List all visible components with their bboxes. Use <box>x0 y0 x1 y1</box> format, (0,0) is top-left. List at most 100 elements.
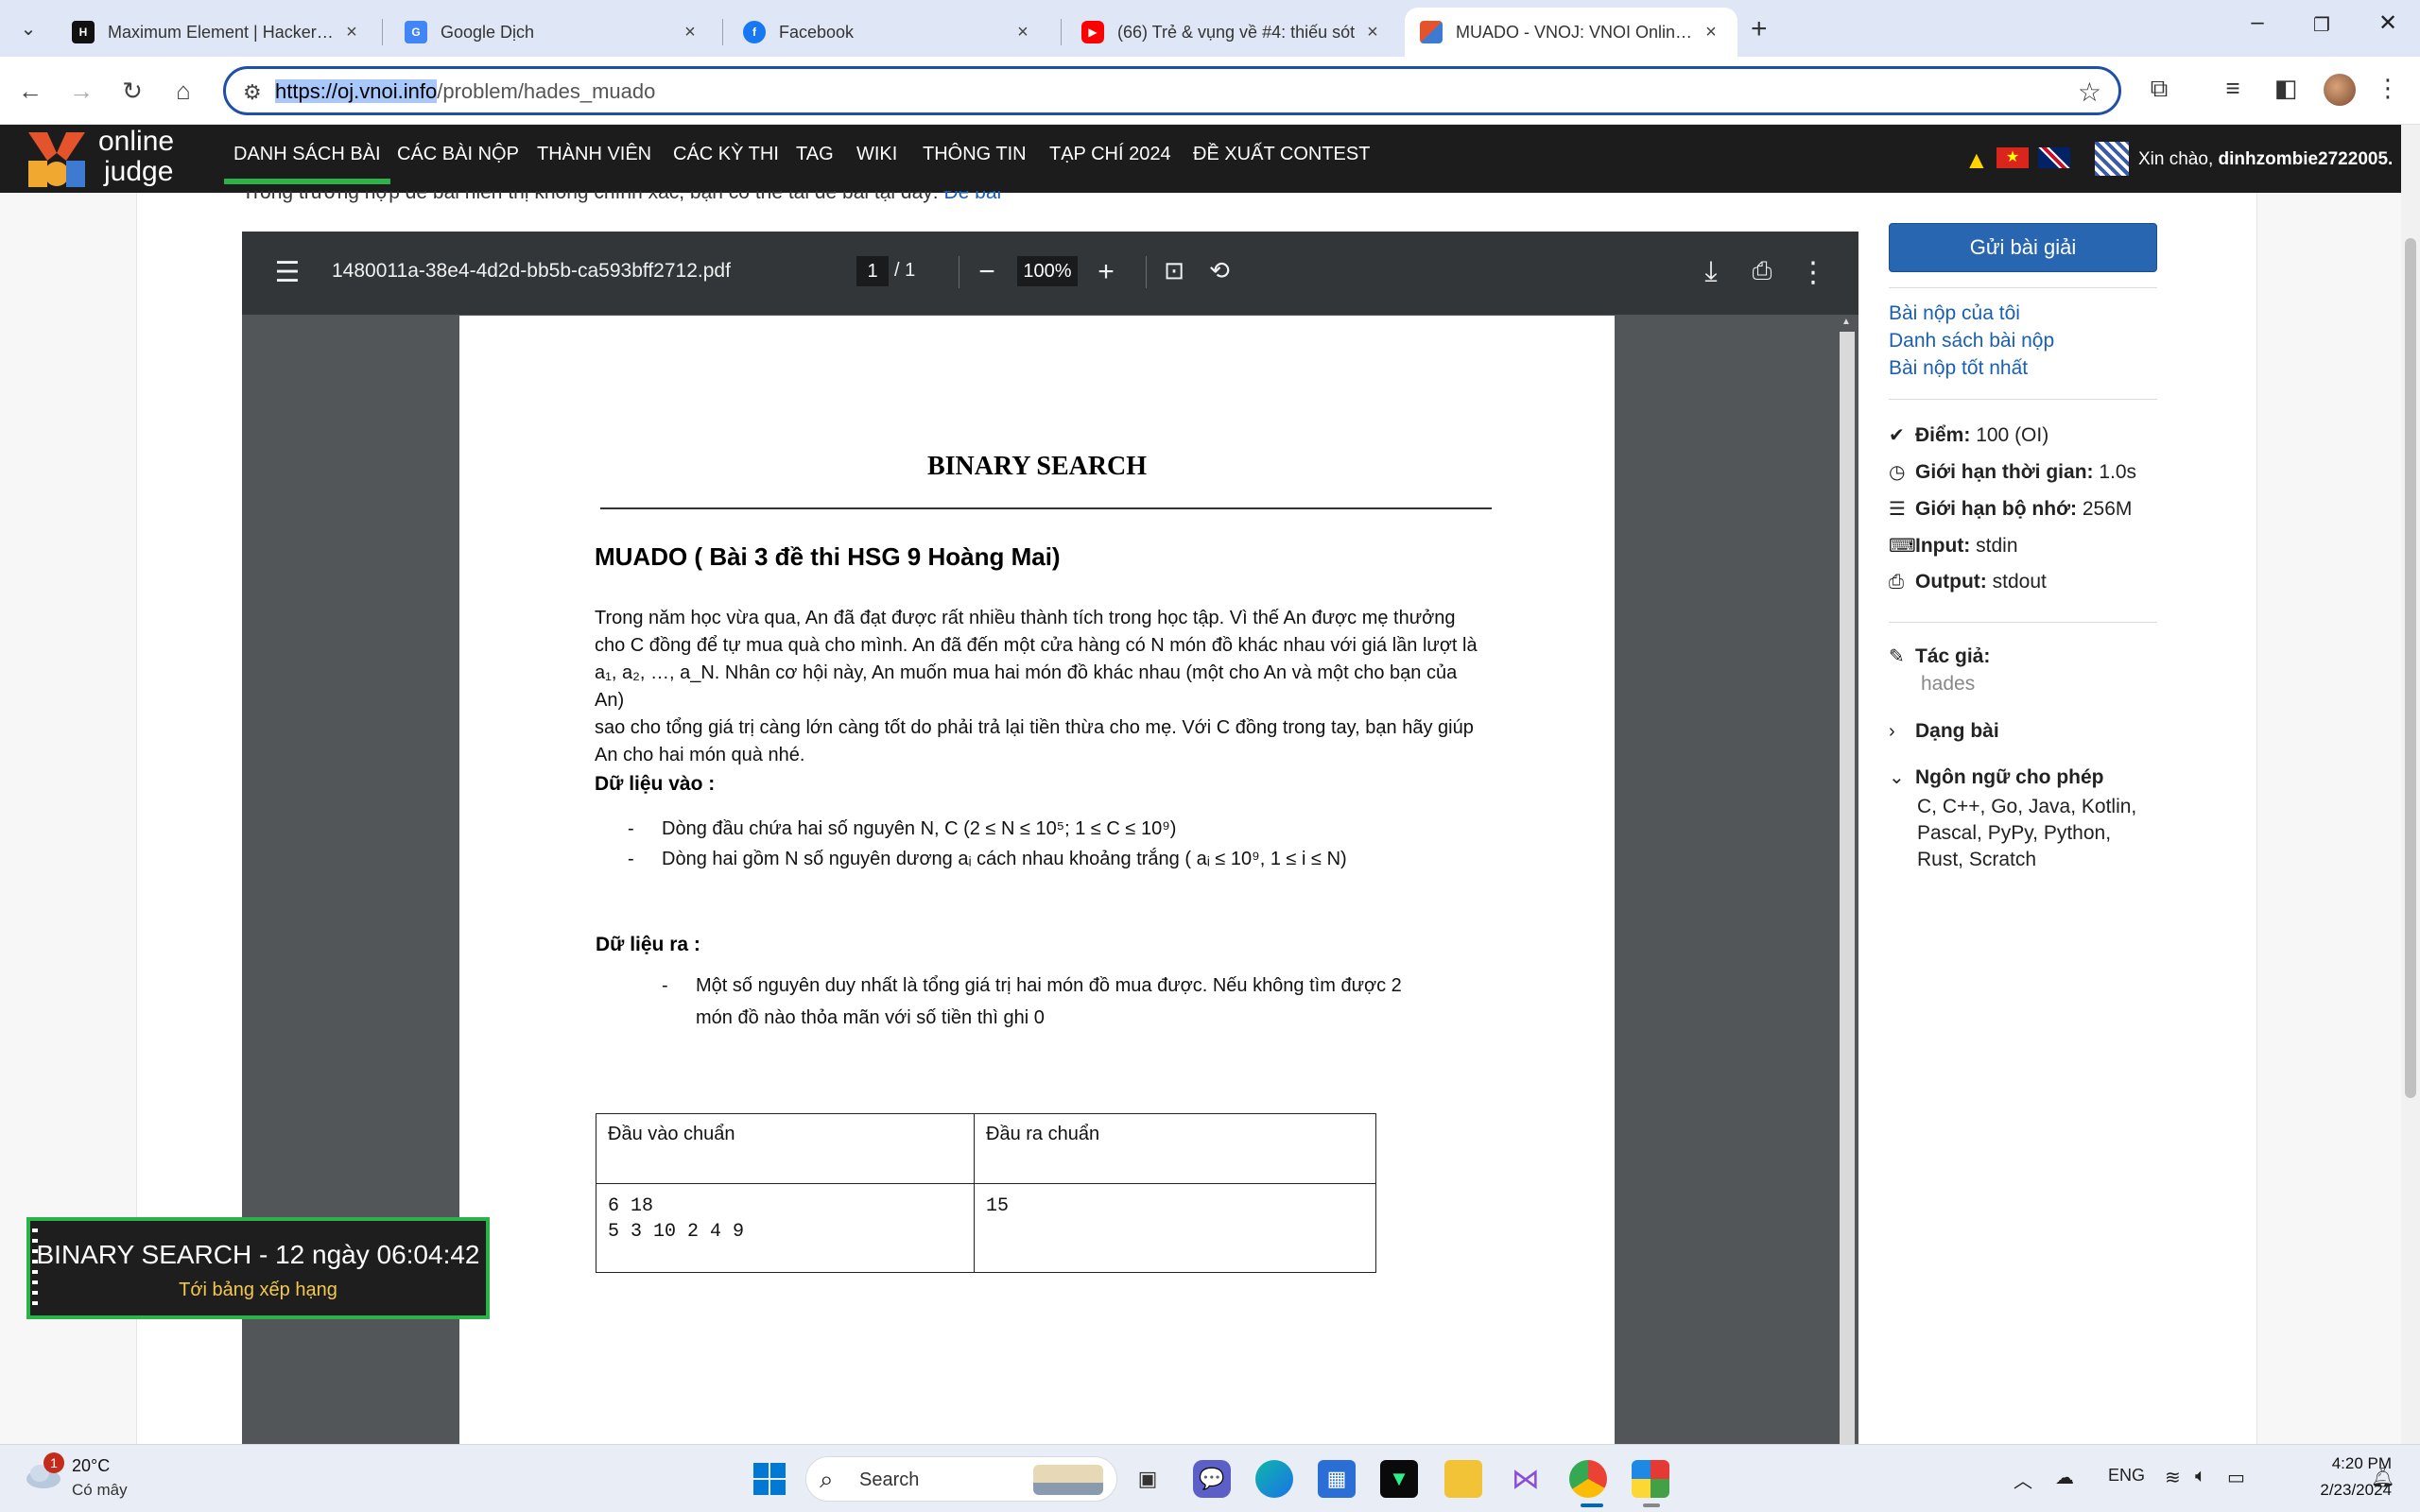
browser-tab[interactable]: f Facebook × <box>728 8 1049 57</box>
logo-text[interactable]: online judge <box>98 127 174 187</box>
page-scroll-thumb[interactable] <box>2405 238 2416 1098</box>
nav-problems[interactable]: DANH SÁCH BÀI <box>224 144 390 184</box>
best-submissions-link[interactable]: Bài nộp tốt nhất <box>1889 357 2028 380</box>
rotate-icon[interactable]: ⟲ <box>1201 256 1238 285</box>
close-tab-icon[interactable]: × <box>679 22 701 43</box>
profile-avatar[interactable] <box>2324 74 2356 106</box>
bookmark-star-icon[interactable]: ☆ <box>2078 77 2101 108</box>
print-icon[interactable]: ⎙ <box>1743 256 1781 286</box>
browser-tab[interactable]: H Maximum Element | HackerRank × <box>57 8 378 57</box>
weather-temperature[interactable]: 20°C <box>72 1456 110 1476</box>
tab-title: Maximum Element | HackerRank <box>108 22 340 42</box>
extensions-icon[interactable]: ⧉ <box>2142 74 2176 104</box>
nav-wiki[interactable]: WIKI <box>856 144 897 165</box>
memory-limit-info: ☰ Giới hạn bộ nhớ: 256M <box>1889 497 2132 521</box>
tab-search-button[interactable]: ⌄ <box>11 11 45 45</box>
input-language[interactable]: ENG <box>2108 1466 2145 1486</box>
teams-chat-icon[interactable]: 💬 <box>1193 1460 1231 1498</box>
statement-line: An cho hai món quà nhé. <box>595 745 805 765</box>
pdf-zoom-input[interactable]: 100% <box>1017 256 1078 286</box>
user-avatar[interactable] <box>2095 142 2129 176</box>
close-tab-icon[interactable]: × <box>1011 22 1034 43</box>
languages-toggle[interactable]: ⌄ Ngôn ngữ cho phép <box>1889 765 2104 789</box>
submit-solution-button[interactable]: Gửi bài giải <box>1889 223 2157 272</box>
tab-separator <box>382 19 383 45</box>
media-control-icon[interactable]: ≡ <box>2216 74 2250 103</box>
download-icon[interactable]: ⤓ <box>1692 256 1730 288</box>
chrome-icon[interactable] <box>1569 1460 1607 1498</box>
vnoj-logo-icon[interactable] <box>26 132 87 189</box>
browser-toolbar: ← → ↻ ⌂ ⚙ https://oj.vnoi.info/problem/h… <box>0 57 2420 125</box>
browser-tab-active[interactable]: MUADO - VNOJ: VNOI Online Judge × <box>1405 8 1737 57</box>
url-path: /problem/hades_muado <box>437 79 656 103</box>
close-tab-icon[interactable]: × <box>1700 22 1722 43</box>
new-tab-plus-icon[interactable]: + <box>1751 13 1768 45</box>
side-panel-icon[interactable]: ◧ <box>2269 74 2303 103</box>
all-submissions-link[interactable]: Danh sách bài nộp <box>1889 330 2054 352</box>
greeting-prefix: Xin chào, <box>2138 149 2219 169</box>
minimize-icon[interactable]: – <box>2238 9 2276 36</box>
title-rule <box>600 507 1492 509</box>
pdf-more-icon[interactable]: ⋮ <box>1794 256 1832 289</box>
zoom-in-icon[interactable]: + <box>1087 256 1125 288</box>
my-submissions-link[interactable]: Bài nộp của tôi <box>1889 302 2020 325</box>
scroll-up-icon[interactable]: ▲ <box>1841 317 1851 327</box>
server-icon: ☰ <box>1889 499 1906 520</box>
site-settings-icon[interactable]: ⚙ <box>243 80 262 105</box>
url-text[interactable]: https://oj.vnoi.info/problem/hades_muado <box>275 79 655 104</box>
browser-tab[interactable]: G Google Dịch × <box>389 8 717 57</box>
home-icon[interactable]: ⌂ <box>166 74 200 108</box>
wifi-icon[interactable]: ≋ <box>2165 1466 2181 1489</box>
pdf-scroll-thumb[interactable] <box>1840 332 1855 1444</box>
browser-tab[interactable]: ▶ (66) Trẻ & vụng về #4: thiếu sót × <box>1066 8 1399 57</box>
close-tab-icon[interactable]: × <box>1361 22 1384 43</box>
show-hidden-icons-chevron[interactable]: ︿ <box>2014 1466 2032 1493</box>
battery-icon[interactable]: ▭ <box>2227 1466 2245 1489</box>
browser-tab-strip: ⌄ H Maximum Element | HackerRank × G Goo… <box>0 0 2420 57</box>
fit-page-icon[interactable]: ⊡ <box>1155 256 1193 285</box>
file-explorer-icon[interactable] <box>1444 1460 1482 1498</box>
warning-icon[interactable]: ▲ <box>1964 146 1989 175</box>
address-bar[interactable]: ⚙ https://oj.vnoi.info/problem/hades_mua… <box>223 66 2121 115</box>
back-arrow-icon[interactable]: ← <box>13 74 47 108</box>
search-icon: ⌕ <box>820 1465 834 1493</box>
notification-bell-icon[interactable]: 🔔︎ <box>2371 1466 2394 1489</box>
game-app-icon[interactable] <box>1632 1460 1669 1498</box>
visual-studio-icon[interactable]: ⋈ <box>1507 1460 1545 1498</box>
close-window-icon[interactable]: ✕ <box>2369 9 2407 37</box>
pdf-scrollbar[interactable]: ▲ <box>1836 315 1858 1444</box>
edge-icon[interactable] <box>1255 1460 1293 1498</box>
predator-sense-icon[interactable]: ▼ <box>1380 1460 1418 1498</box>
nav-users[interactable]: THÀNH VIÊN <box>537 144 651 165</box>
pdf-menu-icon[interactable]: ☰ <box>268 256 306 289</box>
nav-contests[interactable]: CÁC KỲ THI <box>673 144 779 165</box>
task-view-icon[interactable]: ▣ <box>1129 1460 1167 1498</box>
taskbar-search[interactable]: ⌕ Search <box>805 1456 1117 1502</box>
nav-propose-contest[interactable]: ĐỀ XUẤT CONTEST <box>1193 144 1370 165</box>
uk-flag-icon[interactable] <box>2038 147 2070 168</box>
problem-type-toggle[interactable]: › Dạng bài <box>1889 720 1999 743</box>
author-name[interactable]: hades <box>1921 673 1975 696</box>
nav-submissions[interactable]: CÁC BÀI NỘP <box>397 144 519 165</box>
more-menu-icon[interactable]: ⋮ <box>2371 74 2405 103</box>
weather-description[interactable]: Có mây <box>72 1481 128 1500</box>
zoom-out-icon[interactable]: − <box>968 256 1006 288</box>
nav-tag[interactable]: TAG <box>796 144 834 165</box>
contest-timer[interactable]: BINARY SEARCH - 12 ngày 06:04:42 Tới bản… <box>26 1217 490 1319</box>
nav-magazine[interactable]: TẠP CHÍ 2024 <box>1049 144 1171 165</box>
greeting[interactable]: Xin chào, dinhzombie2722005. <box>2138 149 2393 170</box>
forward-arrow-icon[interactable]: → <box>64 74 98 108</box>
restore-icon[interactable]: ❐ <box>2303 13 2341 37</box>
vietnam-flag-icon[interactable]: ★ <box>1996 147 2029 168</box>
nav-about[interactable]: THÔNG TIN <box>923 144 1027 165</box>
onedrive-icon[interactable]: ☁ <box>2055 1466 2074 1489</box>
pdf-page-input[interactable]: 1 <box>856 256 889 286</box>
close-tab-icon[interactable]: × <box>340 22 363 43</box>
windows-start-icon[interactable] <box>751 1460 788 1498</box>
ranking-link[interactable]: Tới bảng xếp hạng <box>30 1280 486 1301</box>
page-scrollbar[interactable] <box>2401 125 2420 1444</box>
store-icon[interactable]: ▦ <box>1318 1460 1356 1498</box>
volume-icon[interactable]: 🔈︎ <box>2195 1466 2206 1487</box>
output-heading: Dữ liệu ra : <box>596 934 700 955</box>
reload-icon[interactable]: ↻ <box>115 74 149 108</box>
